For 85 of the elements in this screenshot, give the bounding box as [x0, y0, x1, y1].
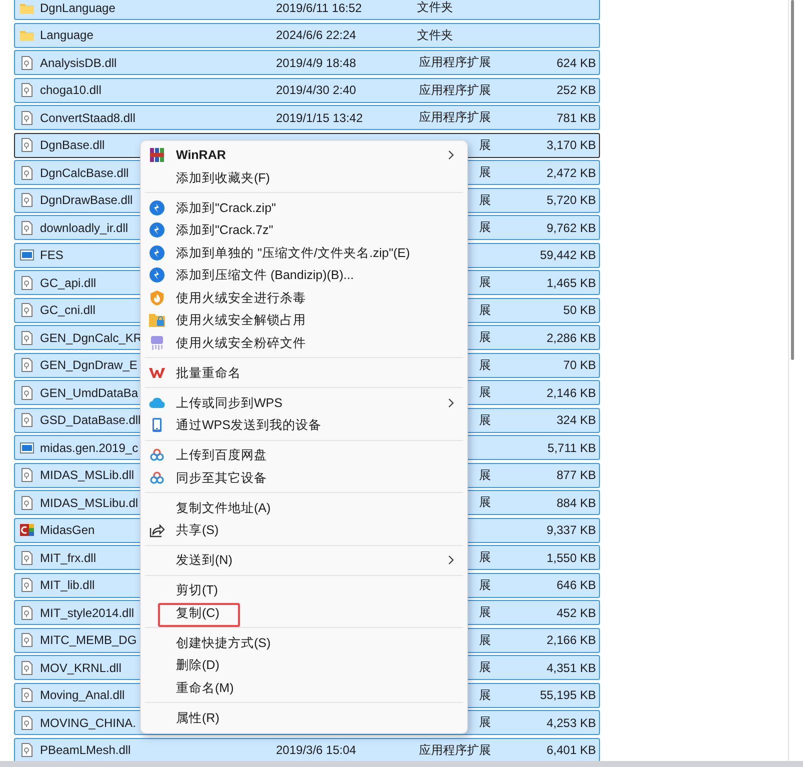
file-size: 452 KB: [556, 606, 596, 620]
file-name: GSD_DataBase.dll: [40, 413, 141, 427]
file-name: DgnBase.dll: [40, 138, 105, 152]
file-type: 展: [479, 714, 491, 731]
file-type: 展: [479, 659, 491, 676]
file-size: 2,166 KB: [546, 633, 596, 647]
file-name: MIT_lib.dll: [40, 578, 95, 592]
file-date: 2019/4/30 2:40: [276, 83, 356, 97]
file-name: midas.gen.2019_c: [40, 440, 138, 454]
file-type: 展: [479, 274, 491, 291]
file-type: 文件夹: [417, 0, 453, 16]
file-date: 2024/6/6 22:24: [276, 28, 356, 42]
file-name: downloadly_ir.dll: [40, 220, 128, 234]
file-name: DgnLanguage: [40, 0, 116, 14]
file-name: GEN_DgnCalc_KR: [40, 330, 142, 344]
file-type: 应用程序扩展: [419, 742, 491, 758]
file-type: 展: [479, 302, 491, 318]
file-type: 展: [479, 329, 491, 346]
file-name: MOVING_CHINA.: [40, 716, 136, 730]
file-name: GEN_UmdDataBa: [40, 386, 138, 400]
file-name: MIDAS_MSLibu.dl: [40, 496, 138, 510]
file-type: 文件夹: [417, 26, 453, 44]
file-type: 展: [479, 604, 491, 621]
file-name: MIDAS_MSLib.dll: [40, 468, 134, 482]
file-date: 2019/3/6 15:04: [276, 743, 356, 757]
file-size: 3,170 KB: [546, 138, 596, 152]
file-size: 5,720 KB: [546, 193, 596, 207]
file-size: 4,351 KB: [546, 660, 596, 674]
file-type: 展: [479, 164, 491, 181]
file-name: DgnCalcBase.dll: [40, 166, 129, 180]
file-size: 9,762 KB: [546, 220, 596, 234]
file-size: 884 KB: [556, 496, 596, 510]
file-name: MOV_KRNL.dll: [40, 660, 122, 674]
file-name: Language: [40, 28, 94, 42]
file-date: 2019/6/11 16:52: [276, 0, 362, 14]
file-date: 2019/4/9 18:48: [276, 56, 356, 70]
file-size: 9,337 KB: [546, 523, 596, 537]
file-name: DgnDrawBase.dll: [40, 193, 133, 207]
file-size: 324 KB: [556, 413, 596, 427]
file-type: 展: [479, 192, 491, 208]
file-type: 展: [479, 549, 491, 566]
file-size: 6,401 KB: [546, 743, 596, 757]
file-name: AnalysisDB.dll: [40, 56, 117, 70]
file-type: 展: [479, 136, 491, 154]
file-size: 5,711 KB: [548, 440, 596, 454]
file-size: 2,472 KB: [546, 166, 596, 180]
file-type: 展: [479, 686, 491, 704]
file-size: 1,465 KB: [546, 276, 596, 290]
file-size: 2,146 KB: [546, 386, 596, 400]
file-name: ConvertStaad8.dll: [40, 110, 136, 124]
file-type: 展: [479, 576, 491, 594]
file-name: MITC_MEMB_DG: [40, 633, 137, 647]
file-name: choga10.dll: [40, 83, 102, 97]
file-name: MIT_style2014.dll: [40, 606, 134, 620]
file-type: 应用程序扩展: [419, 54, 491, 71]
file-name: MIT_frx.dll: [40, 550, 96, 564]
file-type: 展: [479, 219, 491, 236]
file-size: 252 KB: [556, 83, 596, 97]
file-name: GC_api.dll: [40, 276, 96, 290]
file-type: 展: [479, 412, 491, 428]
file-type: 展: [479, 466, 491, 484]
file-size: 55,195 KB: [540, 688, 596, 702]
file-type: 展: [479, 356, 491, 374]
file-name: Moving_Anal.dll: [40, 688, 125, 702]
file-type: 展: [479, 384, 491, 401]
file-size: 4,253 KB: [546, 716, 596, 730]
file-size: 70 KB: [563, 358, 596, 372]
file-name: MidasGen: [40, 523, 95, 537]
file-size: 1,550 KB: [546, 550, 596, 564]
file-name: GEN_DgnDraw_E: [40, 358, 138, 372]
file-name: GC_cni.dll: [40, 303, 96, 317]
file-size: 646 KB: [556, 578, 596, 592]
file-size: 781 KB: [556, 110, 596, 124]
file-name: PBeamLMesh.dll: [40, 743, 131, 757]
file-type: 展: [479, 494, 491, 511]
file-name: FES: [40, 248, 64, 262]
file-size: 59,442 KB: [540, 248, 596, 262]
file-size: 877 KB: [556, 468, 596, 482]
file-size: 624 KB: [556, 56, 596, 70]
file-size: 50 KB: [563, 303, 596, 317]
file-size: 2,286 KB: [546, 330, 596, 344]
file-type: 展: [479, 632, 491, 648]
file-type: 应用程序扩展: [419, 109, 491, 126]
file-date: 2019/1/15 13:42: [276, 110, 363, 124]
file-type: 应用程序扩展: [419, 82, 491, 98]
